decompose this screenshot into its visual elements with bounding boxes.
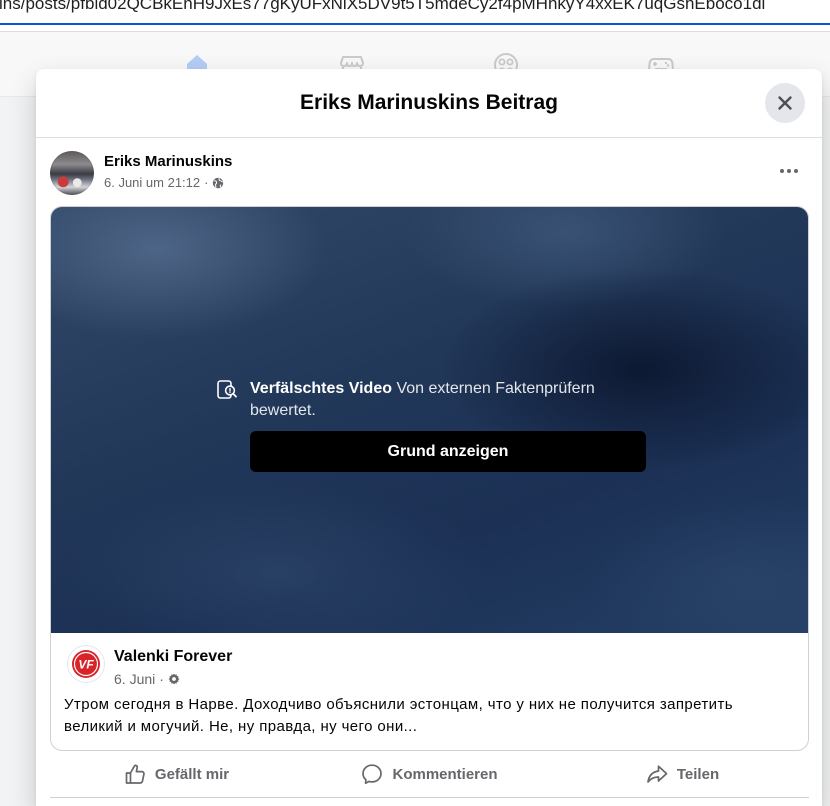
warning-title: Verfälschtes Video: [250, 380, 392, 397]
comment-label: Kommentieren: [392, 765, 498, 783]
shared-post-text: Утром сегодня в Нарве. Доходчиво объясни…: [64, 696, 733, 735]
post-dialog: Eriks Marinuskins Beitrag Eriks Marinusk…: [36, 69, 822, 806]
comment-icon: [362, 764, 383, 785]
address-bar-url[interactable]: ins/posts/pfbid02QCBkEnH9JxEs77gKyUFxNiX…: [0, 0, 765, 14]
video-with-warning[interactable]: Verfälschtes Video Von externen Faktenpr…: [51, 207, 808, 633]
globe-icon: [213, 177, 224, 189]
actions-divider: [50, 797, 809, 798]
comment-button[interactable]: Kommentieren: [303, 757, 556, 791]
page-meta: 6. Juni ·: [114, 670, 180, 688]
false-info-warning: Verfälschtes Video Von externen Faktenpr…: [250, 378, 650, 422]
page-avatar[interactable]: VF: [67, 645, 105, 683]
see-why-button[interactable]: Grund anzeigen: [250, 431, 646, 472]
address-bar[interactable]: ins/posts/pfbid02QCBkEnH9JxEs77gKyUFxNiX…: [0, 0, 830, 23]
like-icon: [125, 764, 145, 784]
close-icon: [778, 96, 792, 110]
share-button[interactable]: Teilen: [556, 757, 809, 791]
author-name[interactable]: Eriks Marinuskins: [104, 152, 232, 172]
page-post-date[interactable]: 6. Juni: [114, 670, 155, 688]
more-options-button[interactable]: [775, 161, 803, 181]
post-action-bar: Gefällt mir Kommentieren Teilen: [50, 757, 809, 791]
more-icon: [780, 169, 798, 173]
post-timestamp[interactable]: 6. Juni um 21:12: [104, 174, 200, 192]
like-label: Gefällt mir: [154, 765, 230, 783]
share-icon: [647, 765, 668, 783]
meta-separator: ·: [204, 175, 209, 190]
page-logo-text: VF: [78, 658, 94, 672]
dialog-header: Eriks Marinuskins Beitrag: [36, 69, 822, 137]
shared-post-card: Verfälschtes Video Von externen Faktenpr…: [50, 206, 809, 751]
like-button[interactable]: Gefällt mir: [50, 757, 303, 791]
header-divider: [36, 137, 822, 138]
page-name[interactable]: Valenki Forever: [114, 646, 232, 668]
settings-icon: [168, 673, 180, 685]
author-avatar[interactable]: [50, 151, 94, 195]
close-button[interactable]: [765, 83, 805, 123]
post-meta: 6. Juni um 21:12 ·: [104, 174, 224, 192]
dialog-title: Eriks Marinuskins Beitrag: [300, 91, 558, 114]
page-meta-separator: ·: [159, 671, 164, 687]
share-label: Teilen: [676, 765, 720, 783]
fact-check-icon: [216, 379, 238, 401]
